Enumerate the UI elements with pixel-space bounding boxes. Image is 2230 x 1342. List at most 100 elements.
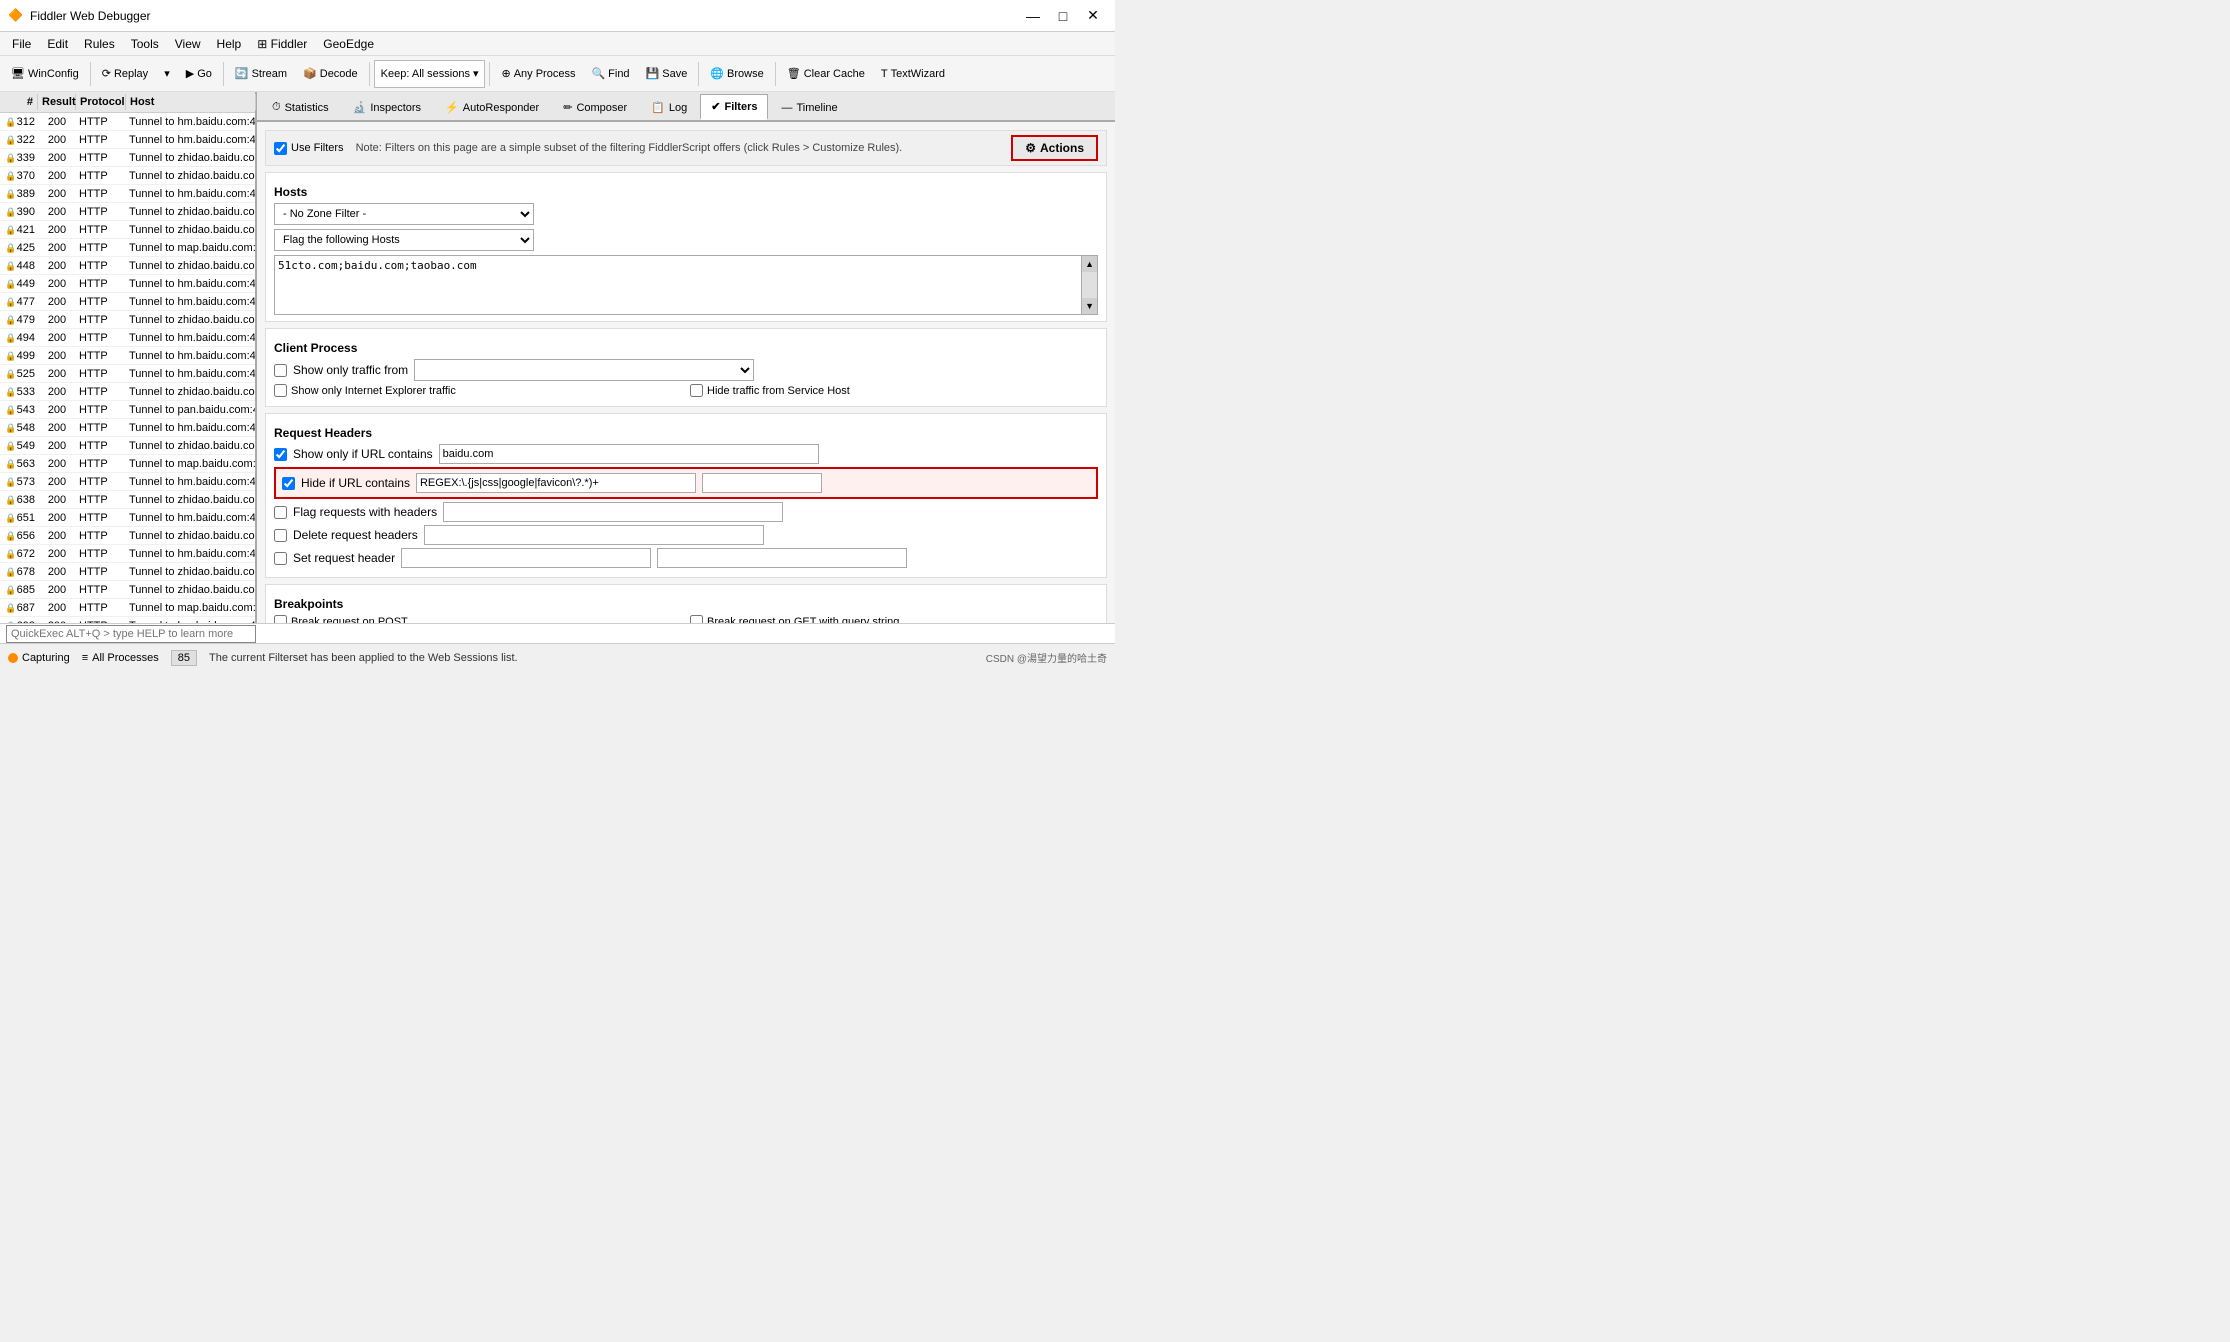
hosts-scrollbar: ▲ ▼ bbox=[1082, 255, 1098, 315]
menu-file[interactable]: File bbox=[4, 35, 39, 53]
keep-sessions-button[interactable]: Keep: All sessions ▾ bbox=[374, 60, 486, 88]
stream-button[interactable]: 🔄 Stream bbox=[228, 60, 294, 88]
session-row[interactable]: 🔒651 200 HTTP Tunnel to hm.baidu.com:443 bbox=[0, 509, 255, 527]
zone-filter-select[interactable]: - No Zone Filter - Show only Intranet Ho… bbox=[274, 203, 534, 225]
tab-timeline[interactable]: — Timeline bbox=[770, 94, 848, 120]
clear-cache-button[interactable]: 🗑 Clear Cache bbox=[780, 60, 872, 88]
sessions-list: 🔒312 200 HTTP Tunnel to hm.baidu.com:443… bbox=[0, 113, 255, 623]
session-row[interactable]: 🔒370 200 HTTP Tunnel to zhidao.baidu.com… bbox=[0, 167, 255, 185]
session-row[interactable]: 🔒687 200 HTTP Tunnel to map.baidu.com:44… bbox=[0, 599, 255, 617]
session-result: 200 bbox=[38, 457, 76, 471]
flag-requests-input[interactable] bbox=[443, 502, 783, 522]
replay-button[interactable]: ⟳ Replay bbox=[95, 60, 155, 88]
menu-geoedge[interactable]: GeoEdge bbox=[315, 35, 382, 53]
flag-requests-checkbox[interactable] bbox=[274, 506, 287, 519]
hide-url-input[interactable] bbox=[416, 473, 696, 493]
show-only-from-checkbox[interactable] bbox=[274, 364, 287, 377]
textwizard-button[interactable]: T TextWizard bbox=[874, 60, 952, 88]
session-protocol: HTTP bbox=[76, 115, 126, 129]
flag-requests-row: Flag requests with headers bbox=[274, 502, 1098, 522]
menu-fiddler[interactable]: ⊞ Fiddler bbox=[249, 35, 315, 53]
quickexec-input[interactable] bbox=[6, 625, 256, 643]
session-row[interactable]: 🔒678 200 HTTP Tunnel to zhidao.baidu.com… bbox=[0, 563, 255, 581]
tab-log[interactable]: 📋 Log bbox=[640, 94, 698, 120]
actions-button[interactable]: ⚙ Actions bbox=[1011, 135, 1098, 161]
use-filters-checkbox[interactable] bbox=[274, 142, 287, 155]
scrollbar-up[interactable]: ▲ bbox=[1082, 256, 1097, 272]
session-row[interactable]: 🔒543 200 HTTP Tunnel to pan.baidu.com:44… bbox=[0, 401, 255, 419]
any-process-button[interactable]: ⊕ Any Process bbox=[494, 60, 582, 88]
hosts-textarea[interactable]: 51cto.com;baidu.com;taobao.com bbox=[274, 255, 1082, 315]
session-row[interactable]: 🔒573 200 HTTP Tunnel to hm.baidu.com:443 bbox=[0, 473, 255, 491]
set-header-value-input[interactable] bbox=[657, 548, 907, 568]
show-only-url-input[interactable] bbox=[439, 444, 819, 464]
decode-button[interactable]: 📦 Decode bbox=[296, 60, 365, 88]
show-only-url-checkbox[interactable] bbox=[274, 448, 287, 461]
browse-button[interactable]: 🌐 Browse bbox=[703, 60, 770, 88]
minimize-button[interactable]: — bbox=[1019, 6, 1047, 26]
session-row[interactable]: 🔒448 200 HTTP Tunnel to zhidao.baidu.com… bbox=[0, 257, 255, 275]
session-result: 200 bbox=[38, 547, 76, 561]
session-row[interactable]: 🔒638 200 HTTP Tunnel to zhidao.baidu.com… bbox=[0, 491, 255, 509]
replay-dropdown[interactable]: ▾ bbox=[157, 60, 177, 88]
session-row[interactable]: 🔒339 200 HTTP Tunnel to zhidao.baidu.com… bbox=[0, 149, 255, 167]
show-only-ie-checkbox[interactable] bbox=[274, 384, 287, 397]
set-header-checkbox[interactable] bbox=[274, 552, 287, 565]
session-row[interactable]: 🔒656 200 HTTP Tunnel to zhidao.baidu.com… bbox=[0, 527, 255, 545]
show-only-from-select[interactable] bbox=[414, 359, 754, 381]
scrollbar-down[interactable]: ▼ bbox=[1082, 298, 1097, 314]
winconfig-button[interactable]: 🖥 WinConfig bbox=[4, 60, 86, 88]
hide-url-checkbox[interactable] bbox=[282, 477, 295, 490]
tab-filters[interactable]: ✔ Filters bbox=[700, 94, 768, 120]
filter-note: Note: Filters on this page are a simple … bbox=[344, 142, 1012, 154]
session-row[interactable]: 🔒533 200 HTTP Tunnel to zhidao.baidu.com… bbox=[0, 383, 255, 401]
delete-headers-checkbox[interactable] bbox=[274, 529, 287, 542]
session-row[interactable]: 🔒548 200 HTTP Tunnel to hm.baidu.com:443 bbox=[0, 419, 255, 437]
session-row[interactable]: 🔒389 200 HTTP Tunnel to hm.baidu.com:443 bbox=[0, 185, 255, 203]
menu-help[interactable]: Help bbox=[209, 35, 250, 53]
session-row[interactable]: 🔒425 200 HTTP Tunnel to map.baidu.com:44… bbox=[0, 239, 255, 257]
session-row[interactable]: 🔒494 200 HTTP Tunnel to hm.baidu.com:443 bbox=[0, 329, 255, 347]
session-row[interactable]: 🔒312 200 HTTP Tunnel to hm.baidu.com:443 bbox=[0, 113, 255, 131]
session-row[interactable]: 🔒477 200 HTTP Tunnel to hm.baidu.com:443 bbox=[0, 293, 255, 311]
session-row[interactable]: 🔒563 200 HTTP Tunnel to map.baidu.com:44… bbox=[0, 455, 255, 473]
session-num: 🔒494 bbox=[0, 331, 38, 345]
break-post-checkbox[interactable] bbox=[274, 615, 287, 623]
save-button[interactable]: 💾 Save bbox=[639, 60, 695, 88]
find-button[interactable]: 🔍 Find bbox=[584, 60, 636, 88]
tab-composer[interactable]: ✏ Composer bbox=[552, 94, 638, 120]
menu-edit[interactable]: Edit bbox=[39, 35, 76, 53]
session-row[interactable]: 🔒672 200 HTTP Tunnel to hm.baidu.com:443 bbox=[0, 545, 255, 563]
session-host: Tunnel to hm.baidu.com:443 bbox=[126, 295, 255, 309]
session-row[interactable]: 🔒479 200 HTTP Tunnel to zhidao.baidu.com… bbox=[0, 311, 255, 329]
capturing-button[interactable]: Capturing bbox=[8, 652, 70, 664]
session-row[interactable]: 🔒421 200 HTTP Tunnel to zhidao.baidu.com… bbox=[0, 221, 255, 239]
close-button[interactable]: ✕ bbox=[1079, 6, 1107, 26]
tab-statistics[interactable]: ⏱ Statistics bbox=[261, 94, 340, 120]
window-controls: — □ ✕ bbox=[1019, 6, 1107, 26]
tab-inspectors[interactable]: 🔬 Inspectors bbox=[342, 94, 432, 120]
session-row[interactable]: 🔒449 200 HTTP Tunnel to hm.baidu.com:443 bbox=[0, 275, 255, 293]
session-row[interactable]: 🔒499 200 HTTP Tunnel to hm.baidu.com:443 bbox=[0, 347, 255, 365]
maximize-button[interactable]: □ bbox=[1049, 6, 1077, 26]
session-row[interactable]: 🔒525 200 HTTP Tunnel to hm.baidu.com:443 bbox=[0, 365, 255, 383]
tab-autoresponder[interactable]: ⚡ AutoResponder bbox=[434, 94, 550, 120]
session-row[interactable]: 🔒390 200 HTTP Tunnel to zhidao.baidu.com… bbox=[0, 203, 255, 221]
go-button[interactable]: ▶ Go bbox=[179, 60, 219, 88]
break-get-checkbox[interactable] bbox=[690, 615, 703, 623]
flag-hosts-select[interactable]: Flag the following Hosts Hide the follow… bbox=[274, 229, 534, 251]
session-row[interactable]: 🔒698 200 HTTP Tunnel to hm.baidu.com:443 bbox=[0, 617, 255, 623]
hide-service-host-checkbox[interactable] bbox=[690, 384, 703, 397]
menu-tools[interactable]: Tools bbox=[123, 35, 167, 53]
session-row[interactable]: 🔒549 200 HTTP Tunnel to zhidao.baidu.com… bbox=[0, 437, 255, 455]
tabs-row: ⏱ Statistics 🔬 Inspectors ⚡ AutoResponde… bbox=[257, 92, 1115, 122]
menu-view[interactable]: View bbox=[167, 35, 209, 53]
menu-rules[interactable]: Rules bbox=[76, 35, 123, 53]
all-processes-button[interactable]: ≡ All Processes bbox=[82, 652, 159, 664]
delete-headers-input[interactable] bbox=[424, 525, 764, 545]
hosts-section: Hosts - No Zone Filter - Show only Intra… bbox=[265, 172, 1107, 322]
session-row[interactable]: 🔒322 200 HTTP Tunnel to hm.baidu.com:443 bbox=[0, 131, 255, 149]
set-header-name-input[interactable] bbox=[401, 548, 651, 568]
session-row[interactable]: 🔒685 200 HTTP Tunnel to zhidao.baidu.com… bbox=[0, 581, 255, 599]
hide-url-extra-input[interactable] bbox=[702, 473, 822, 493]
